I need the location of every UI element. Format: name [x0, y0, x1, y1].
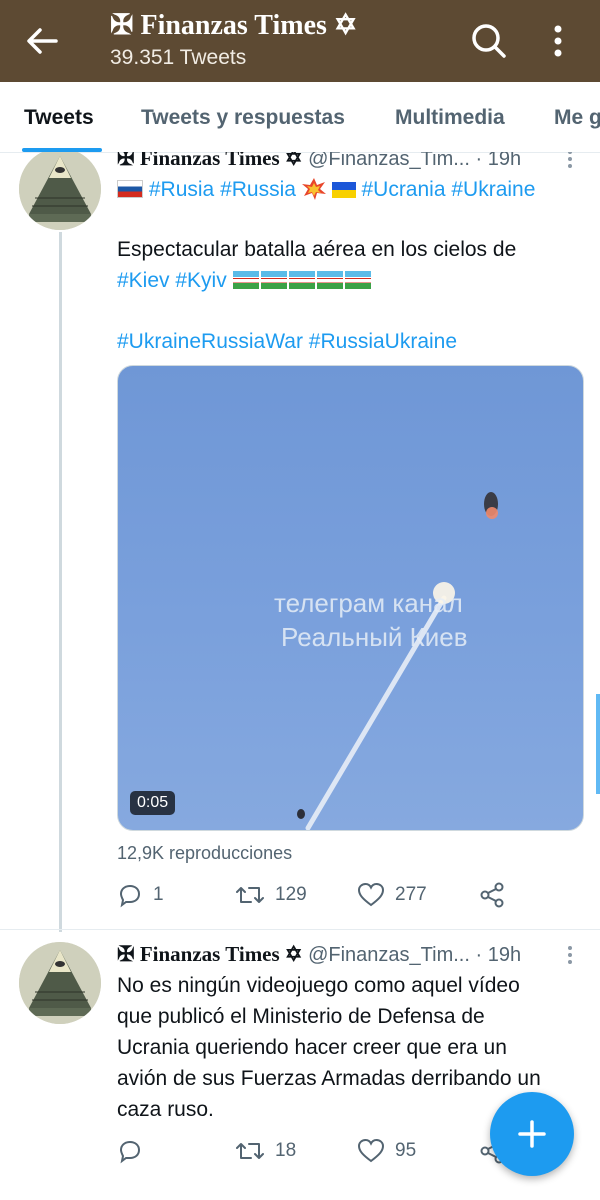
ukraine-flag-icon [331, 182, 356, 198]
heart-icon [357, 1138, 385, 1163]
hashtag-link[interactable]: #Ukraine [451, 178, 535, 201]
view-count: 12,9K reproducciones [117, 843, 293, 863]
retweet-count: 18 [275, 1140, 297, 1161]
tweet-actions: 1 129 277 [117, 880, 587, 910]
compose-tweet-button[interactable] [490, 1092, 574, 1176]
reply-button[interactable] [117, 1136, 153, 1166]
like-button[interactable]: 95 [357, 1136, 416, 1166]
tweet-text-line-3: #Kiev #Kyiv [117, 265, 587, 296]
tweet-count: 39.351 Tweets [110, 46, 247, 69]
tab-likes[interactable]: Me g [554, 106, 600, 130]
uzbekistan-flag-icon [288, 271, 315, 289]
search-icon[interactable] [470, 22, 508, 60]
plus-icon [518, 1120, 546, 1148]
retweet-button[interactable]: 18 [235, 1136, 296, 1166]
author-name[interactable]: ✠ Finanzas Times ✡ [117, 152, 303, 170]
retweet-icon [236, 1143, 264, 1159]
uzbekistan-flag-icon [316, 271, 343, 289]
hashtag-link[interactable]: #UkraineRussiaWar [117, 330, 303, 353]
reply-button[interactable]: 1 [117, 880, 164, 910]
hashtag-link[interactable]: #RussiaUkraine [309, 330, 457, 353]
tweet-text-line: que publicó el Ministerio de Defensa de [117, 1005, 485, 1028]
tweet-divider [0, 929, 600, 930]
reply-icon [119, 1140, 141, 1164]
tweet-text-line: Ucrania queriendo hacer creer que era un [117, 1036, 507, 1059]
heart-icon [357, 882, 385, 907]
tab-tweets-and-replies[interactable]: Tweets y respuestas [141, 106, 345, 130]
author-handle[interactable]: @Finanzas_Tim... [308, 944, 470, 966]
hashtag-link[interactable]: #Ucrania [361, 178, 445, 201]
collision-icon [301, 178, 326, 200]
tweet-text-line: No es ningún videojuego como aquel vídeo [117, 974, 520, 997]
tweet-time: · 19h [475, 944, 522, 966]
hashtag-link[interactable]: #Kyiv [175, 269, 226, 292]
retweet-button[interactable]: 129 [235, 880, 307, 910]
reply-count: 1 [153, 884, 164, 905]
author-handle[interactable]: @Finanzas_Tim... [308, 152, 470, 170]
tab-tweets[interactable]: Tweets [24, 106, 94, 130]
tweet-text-line: avión de sus Fuerzas Armadas derribando … [117, 1067, 541, 1090]
russia-flag-icon [117, 180, 143, 198]
uzbekistan-flag-icon [232, 271, 259, 289]
top-app-bar: ✠ Finanzas Times ✡ 39.351 Tweets [0, 0, 600, 82]
retweet-count: 129 [275, 884, 307, 905]
video-watermark-line-1: телеграм канал [274, 588, 463, 618]
like-count: 277 [395, 884, 427, 905]
tweet-text-line-2: Espectacular batalla aérea en los cielos… [117, 238, 517, 261]
tweet-feed[interactable]: ✠ Finanzas Times ✡ @Finanzas_Tim... · 19… [0, 152, 600, 1200]
thread-connector-line [59, 232, 62, 932]
avatar[interactable] [19, 942, 101, 1024]
tweet-header: ✠ Finanzas Times ✡ @Finanzas_Tim... · 19… [117, 942, 521, 967]
hashtag-link[interactable]: #Rusia [149, 178, 214, 201]
tweet-text-line-1: #Rusia #Russia #Ucrania #Ukraine [117, 174, 587, 205]
avatar[interactable] [19, 152, 101, 230]
tweet-text-line-4: #UkraineRussiaWar #RussiaUkraine [117, 326, 587, 357]
tweet-options-icon[interactable] [563, 944, 577, 966]
scrollbar-thumb[interactable] [596, 694, 600, 794]
hashtag-link[interactable]: #Kiev [117, 269, 170, 292]
share-icon [480, 882, 504, 908]
tab-media[interactable]: Multimedia [395, 106, 505, 130]
reply-icon [119, 884, 141, 908]
video-duration-badge: 0:05 [130, 791, 176, 815]
tweet-time: · 19h [475, 152, 522, 170]
hashtag-link[interactable]: #Russia [220, 178, 296, 201]
like-button[interactable]: 277 [357, 880, 427, 910]
video-watermark-line-2: Реальный Киев [281, 622, 468, 652]
profile-title: ✠ Finanzas Times ✡ [110, 10, 358, 41]
share-button[interactable] [479, 880, 515, 910]
tweet-header: ✠ Finanzas Times ✡ @Finanzas_Tim... · 19… [117, 152, 521, 171]
kebab-menu-icon[interactable] [548, 20, 568, 62]
like-count: 95 [395, 1140, 417, 1161]
back-arrow-icon[interactable] [22, 22, 62, 60]
video-player[interactable]: телеграм канал Реальный Киев 0:05 [117, 365, 584, 831]
uzbekistan-flag-icon [260, 271, 287, 289]
profile-tabs: Tweets Tweets y respuestas Multimedia Me… [0, 82, 600, 153]
author-name[interactable]: ✠ Finanzas Times ✡ [117, 942, 303, 966]
tweet-options-icon[interactable] [563, 152, 577, 170]
retweet-icon [236, 887, 264, 903]
uzbekistan-flag-icon [344, 271, 371, 289]
